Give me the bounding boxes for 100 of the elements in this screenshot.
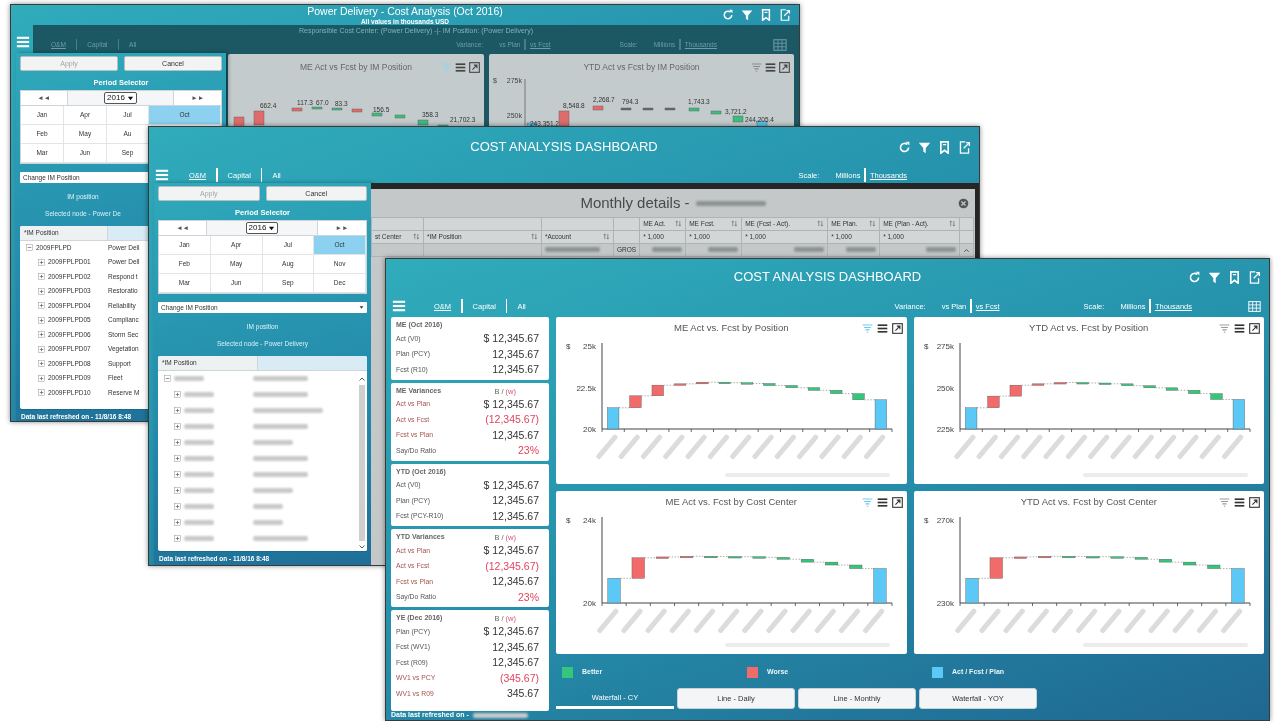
waterfall-bar <box>1206 564 1220 569</box>
redacted-label <box>717 607 741 634</box>
menu-icon[interactable] <box>1234 496 1245 508</box>
redacted-label <box>1175 433 1200 460</box>
refresh-icon[interactable] <box>722 9 734 22</box>
waterfall-bar <box>763 383 776 386</box>
redacted-text <box>652 247 683 253</box>
filter-icon[interactable] <box>918 140 931 154</box>
sort-icon[interactable] <box>949 220 957 228</box>
waterfall-bar <box>830 390 843 394</box>
redacted-label <box>818 433 842 460</box>
sort-icon[interactable] <box>413 233 420 241</box>
collapse-icon[interactable] <box>164 375 171 383</box>
waterfall-bar <box>311 106 323 110</box>
tick-label: 22.5k <box>576 383 596 393</box>
expand-icon[interactable] <box>469 61 480 73</box>
redacted-text <box>184 536 214 542</box>
metric-value: 23% <box>518 444 540 458</box>
redacted-text <box>695 200 766 206</box>
export-icon[interactable] <box>958 140 971 154</box>
waterfall-bar <box>1165 387 1178 391</box>
redacted-text <box>253 440 293 446</box>
redacted-label <box>1153 433 1177 460</box>
waterfall-bar <box>642 107 654 111</box>
waterfall-bar <box>1085 556 1099 559</box>
waterfall-bar <box>664 107 676 111</box>
bookmark-icon[interactable] <box>938 140 951 154</box>
waterfall-bar <box>291 107 303 112</box>
tick-label: 25k <box>583 342 596 351</box>
waterfall-bar <box>825 561 839 566</box>
waterfall-bar <box>1232 399 1245 430</box>
refresh-icon[interactable] <box>898 140 911 154</box>
waterfall-bar <box>394 114 406 119</box>
filter-icon[interactable] <box>1208 270 1221 284</box>
redacted-label <box>840 433 864 460</box>
metric-value: (345.67) <box>499 671 540 685</box>
waterfall-bar <box>989 557 1003 579</box>
bookmark-icon[interactable] <box>760 9 772 22</box>
chart-title: ME Act vs. Fcst by Position <box>672 322 790 334</box>
waterfall-bar <box>558 110 570 127</box>
redacted-label <box>1198 433 1222 460</box>
redacted-text <box>472 713 528 718</box>
waterfall-bar <box>986 395 999 408</box>
waterfall-bar <box>965 578 979 604</box>
redacted-label <box>975 433 999 460</box>
redacted-label <box>1042 433 1066 460</box>
axis-label: $ <box>566 516 571 525</box>
scrollbar-thumb[interactable] <box>358 384 365 542</box>
menu-icon[interactable] <box>455 61 466 73</box>
redacted-text <box>253 424 308 430</box>
waterfall-bar <box>351 108 363 113</box>
table-icon[interactable] <box>773 37 787 52</box>
collapse-icon[interactable] <box>26 244 33 252</box>
close-icon[interactable] <box>958 197 969 209</box>
sort-icon[interactable] <box>603 233 610 241</box>
waterfall-bar <box>253 110 265 126</box>
sort-icon[interactable] <box>531 233 538 241</box>
export-icon[interactable] <box>779 9 791 22</box>
year-select[interactable]: 2016 <box>245 222 279 234</box>
metric-value: 23% <box>518 590 540 604</box>
waterfall-bar <box>852 393 865 400</box>
expand-icon[interactable] <box>1249 496 1260 508</box>
sort-icon[interactable] <box>675 220 683 228</box>
waterfall-bar <box>688 107 700 112</box>
waterfall-bar <box>655 556 669 559</box>
sort-icon[interactable] <box>731 220 739 228</box>
caret-icon <box>359 305 364 310</box>
menu-icon[interactable] <box>876 496 888 508</box>
redacted-text <box>926 247 957 253</box>
filter-icon[interactable] <box>741 9 753 22</box>
export-icon[interactable] <box>1248 270 1261 284</box>
expand-icon[interactable] <box>1249 322 1260 334</box>
bookmark-icon[interactable] <box>1228 270 1241 284</box>
redacted-label <box>692 607 717 634</box>
axis-label: $ <box>923 342 928 351</box>
waterfall-bar <box>807 387 820 391</box>
waterfall-bar <box>631 557 645 579</box>
year-select[interactable]: 2016 <box>104 92 137 104</box>
chart-title: ME Act vs. Fcst by Cost Center <box>664 496 798 508</box>
expand-icon[interactable] <box>891 322 903 334</box>
waterfall-bar <box>732 115 744 123</box>
redacted-text <box>253 456 308 462</box>
waterfall-bar <box>592 105 604 111</box>
refresh-icon[interactable] <box>1188 270 1201 284</box>
chart-title: YTD Act vs. Fcst by Position <box>1028 322 1150 334</box>
waterfall-bar <box>710 110 722 115</box>
tick-label: 270k <box>936 516 954 525</box>
redacted-label <box>1050 607 1074 634</box>
redacted-text <box>253 488 293 494</box>
chevron-up-icon[interactable] <box>963 246 971 254</box>
menu-icon[interactable] <box>765 61 776 73</box>
menu-icon[interactable] <box>876 322 888 334</box>
expand-icon[interactable] <box>779 61 790 73</box>
sort-icon[interactable] <box>817 220 825 228</box>
waterfall-bar <box>1076 382 1089 385</box>
menu-icon[interactable] <box>1234 322 1245 334</box>
caret-icon <box>126 94 134 102</box>
metric-value: 12,345.67 <box>492 428 540 442</box>
sort-icon[interactable] <box>869 220 877 228</box>
expand-icon[interactable] <box>891 496 903 508</box>
